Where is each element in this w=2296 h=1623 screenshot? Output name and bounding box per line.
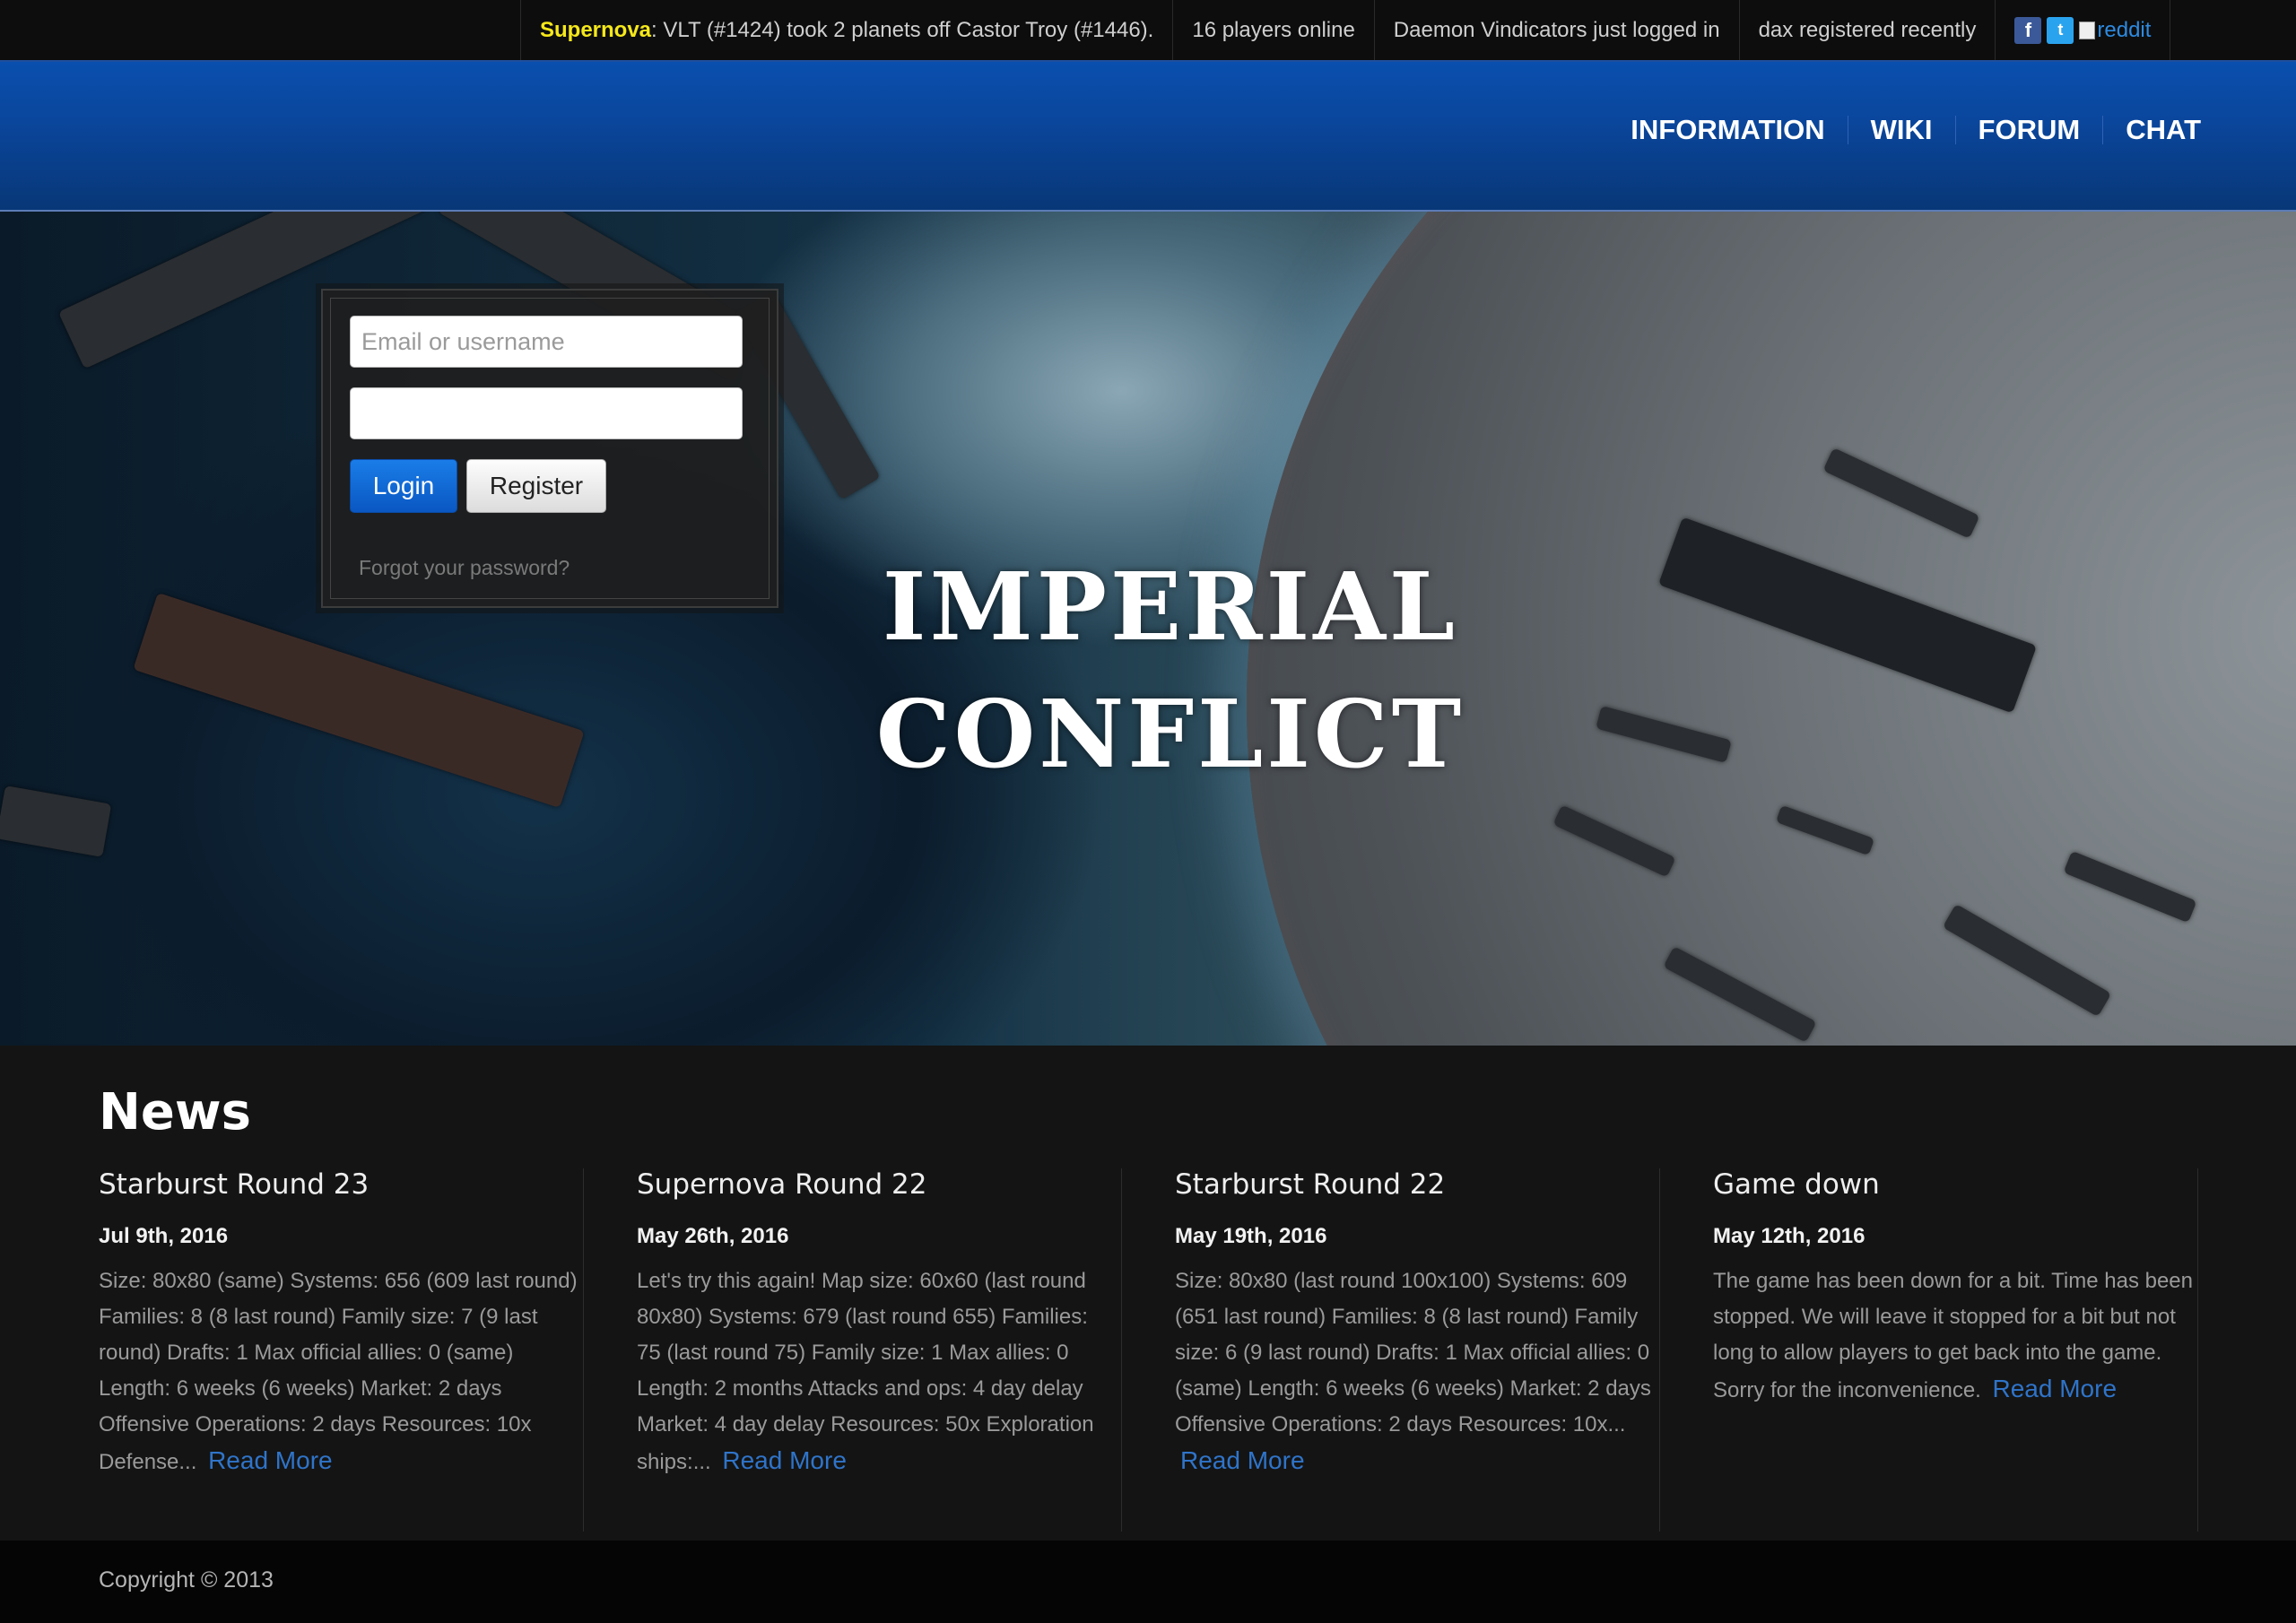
main-nav: INFORMATION WIKI FORUM CHAT (1608, 116, 2201, 144)
news-section: News Starburst Round 23 Jul 9th, 2016 Si… (0, 1047, 2296, 1539)
read-more-link[interactable]: Read More (722, 1446, 847, 1474)
password-input[interactable] (350, 387, 743, 439)
ticker-register-event: dax registered recently (1738, 0, 1996, 60)
ticker-latest-event: Supernova: VLT (#1424) took 2 planets of… (520, 0, 1172, 60)
news-title[interactable]: Supernova Round 22 (637, 1168, 1121, 1201)
news-item: Starburst Round 22 May 19th, 2016 Size: … (1175, 1168, 1660, 1532)
read-more-link[interactable]: Read More (1993, 1375, 2118, 1402)
game-logo: IMPERIAL CONFLICT (839, 543, 1502, 798)
news-body-text: Size: 80x80 (same) Systems: 656 (609 las… (99, 1269, 578, 1474)
news-date: May 12th, 2016 (1713, 1224, 1866, 1248)
nav-wiki[interactable]: WIKI (1848, 116, 1956, 144)
nav-information[interactable]: INFORMATION (1608, 116, 1848, 144)
news-body-text: Size: 80x80 (last round 100x100) Systems… (1175, 1269, 1651, 1436)
login-panel: Login Register Forgot your password? (321, 289, 778, 608)
news-body-text: Let's try this again! Map size: 60x60 (l… (637, 1269, 1094, 1474)
reddit-broken-image-icon (2079, 21, 2096, 39)
news-body: Size: 80x80 (last round 100x100) Systems… (1175, 1263, 1655, 1480)
news-body: The game has been down for a bit. Time h… (1713, 1263, 2193, 1409)
reddit-link[interactable]: reddit (2079, 18, 2151, 43)
register-button[interactable]: Register (466, 459, 606, 513)
top-status-bar: Supernova: VLT (#1424) took 2 planets of… (0, 0, 2296, 62)
copyright-text: Copyright © 2013 (99, 1567, 274, 1593)
news-body-text: The game has been down for a bit. Time h… (1713, 1269, 2193, 1402)
ship-graphic (0, 785, 112, 857)
news-title[interactable]: Starburst Round 23 (99, 1168, 583, 1201)
news-item: Supernova Round 22 May 26th, 2016 Let's … (637, 1168, 1122, 1532)
news-heading: News (99, 1083, 251, 1141)
activity-ticker: Supernova: VLT (#1424) took 2 planets of… (520, 0, 2171, 60)
ship-graphic (133, 592, 585, 809)
site-footer: Copyright © 2013 (0, 1541, 2296, 1623)
news-body: Size: 80x80 (same) Systems: 656 (609 las… (99, 1263, 578, 1480)
login-button[interactable]: Login (350, 459, 457, 513)
reddit-link-label: reddit (2097, 17, 2152, 42)
nav-forum[interactable]: FORUM (1956, 116, 2104, 144)
read-more-link[interactable]: Read More (1180, 1446, 1305, 1474)
logo-line-1: IMPERIAL (882, 551, 1459, 662)
news-date: May 19th, 2016 (1175, 1224, 1327, 1248)
site-header: INFORMATION WIKI FORUM CHAT (0, 62, 2296, 212)
logo-line-2: CONFLICT (875, 679, 1465, 789)
news-item: Starburst Round 23 Jul 9th, 2016 Size: 8… (99, 1168, 584, 1532)
news-date: May 26th, 2016 (637, 1224, 789, 1248)
nav-chat[interactable]: CHAT (2103, 116, 2201, 144)
news-item: Game down May 12th, 2016 The game has be… (1713, 1168, 2198, 1532)
news-date: Jul 9th, 2016 (99, 1224, 229, 1248)
news-title[interactable]: Starburst Round 22 (1175, 1168, 1659, 1201)
social-links: f t reddit (1995, 0, 2171, 60)
facebook-icon[interactable]: f (2014, 16, 2042, 44)
ticker-event-game: Supernova (540, 17, 652, 42)
ticker-login-event: Daemon Vindicators just logged in (1373, 0, 1739, 60)
forgot-password-link[interactable]: Forgot your password? (359, 556, 570, 580)
players-online: 16 players online (1172, 0, 1373, 60)
ticker-event-text: : VLT (#1424) took 2 planets off Castor … (651, 17, 1154, 42)
news-body: Let's try this again! Map size: 60x60 (l… (637, 1263, 1117, 1480)
read-more-link[interactable]: Read More (208, 1446, 333, 1474)
news-title[interactable]: Game down (1713, 1168, 2197, 1201)
twitter-icon[interactable]: t (2047, 16, 2074, 44)
username-input[interactable] (350, 316, 743, 368)
